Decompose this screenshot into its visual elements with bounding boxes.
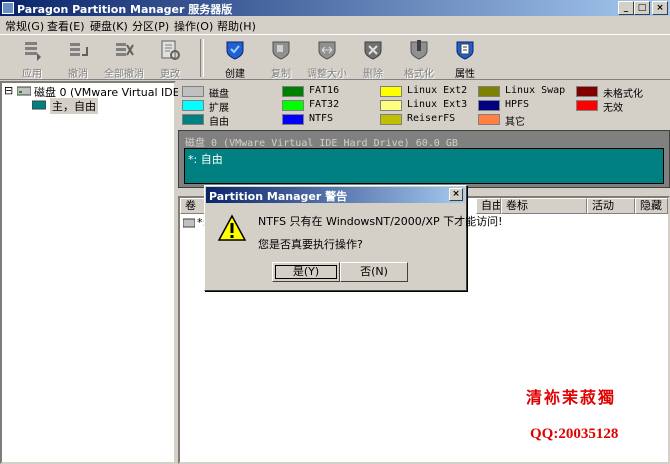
- undo-button[interactable]: 撤消: [56, 37, 100, 80]
- column-header-volume[interactable]: 卷: [180, 198, 206, 214]
- change-icon: [161, 40, 180, 60]
- yes-button[interactable]: 是(Y): [272, 262, 340, 282]
- resize-button[interactable]: 调整大小: [305, 37, 349, 80]
- disk-map-title: 磁盘 0 (VMware Virtual IDE Hard Drive) 60.…: [185, 138, 458, 149]
- partition-icon: [32, 100, 46, 110]
- legend-swatch: [380, 86, 402, 97]
- legend-swatch: [182, 100, 204, 111]
- menu-bar: 常规(G) 查看(E) 硬盘(K) 分区(P) 操作(O) 帮助(H): [0, 16, 670, 34]
- legend-swatch: [478, 100, 500, 111]
- toolbar-separator: [200, 39, 204, 77]
- create-button[interactable]: 创建: [213, 37, 257, 80]
- menu-general[interactable]: 常规(G): [5, 18, 44, 34]
- partition-icon: [183, 218, 195, 228]
- column-header-hidden[interactable]: 隐藏: [635, 198, 668, 214]
- legend-swatch: [380, 100, 402, 111]
- dialog-title-bar: Partition Manager 警告 ×: [206, 187, 465, 203]
- dialog-title: Partition Manager 警告: [209, 190, 348, 203]
- legend-swatch: [182, 114, 204, 125]
- apply-button[interactable]: 应用: [10, 37, 54, 80]
- delete-icon: [364, 41, 382, 60]
- partition-block-label: *: 自由: [188, 153, 223, 166]
- delete-button[interactable]: 删除: [351, 37, 395, 80]
- app-icon: [2, 2, 14, 14]
- watermark-qq: QQ:20035128: [530, 426, 619, 442]
- watermark-name: 清袮茉菽獨: [526, 388, 617, 407]
- column-header-label[interactable]: 卷标: [501, 198, 587, 214]
- legend-swatch: [282, 114, 304, 125]
- hard-disk-icon: [17, 86, 31, 96]
- column-header-free[interactable]: 自由: [476, 198, 501, 214]
- legend-swatch: [478, 114, 500, 125]
- legend-swatch: [282, 100, 304, 111]
- warning-dialog: Partition Manager 警告 × NTFS 只有在 WindowsN…: [204, 185, 503, 291]
- copy-icon: [272, 41, 290, 60]
- warning-icon: [217, 214, 247, 241]
- format-button[interactable]: 格式化: [397, 37, 441, 80]
- column-header-active[interactable]: 活动: [587, 198, 635, 214]
- legend-swatch: [478, 86, 500, 97]
- minimize-button[interactable]: _: [618, 1, 634, 15]
- legend-swatch: [380, 114, 402, 125]
- copy-button[interactable]: 复制: [259, 37, 303, 80]
- apply-icon: [25, 42, 41, 61]
- undo-all-button[interactable]: 全部撤消: [102, 37, 146, 80]
- legend-swatch: [576, 100, 598, 111]
- maximize-button[interactable]: □: [634, 1, 650, 15]
- format-icon: [410, 40, 428, 60]
- disk-map-panel: 磁盘 0 (VMware Virtual IDE Hard Drive) 60.…: [178, 130, 670, 188]
- create-icon: [226, 41, 244, 60]
- menu-partition[interactable]: 分区(P): [132, 18, 169, 34]
- properties-button[interactable]: 属性: [443, 37, 487, 80]
- menu-view[interactable]: 查看(E): [47, 18, 85, 34]
- window-title: Paragon Partition Manager 服务器版: [17, 3, 233, 16]
- tree-item-partition[interactable]: 主，自由: [50, 98, 98, 114]
- legend-swatch: [282, 86, 304, 97]
- dialog-message-line1: NTFS 只有在 WindowsNT/2000/XP 下才能访问!: [258, 215, 503, 228]
- dialog-close-button[interactable]: ×: [449, 188, 463, 201]
- resize-icon: [318, 41, 336, 60]
- properties-icon: [456, 41, 474, 60]
- menu-disk[interactable]: 硬盘(K): [90, 18, 128, 34]
- change-button[interactable]: 更改: [148, 37, 192, 80]
- partition-block-free[interactable]: *: 自由: [184, 148, 664, 184]
- legend-swatch: [182, 86, 204, 97]
- menu-operation[interactable]: 操作(O): [174, 18, 213, 34]
- legend-swatch: [576, 86, 598, 97]
- no-button[interactable]: 否(N): [340, 262, 408, 282]
- undo-icon: [70, 43, 88, 56]
- tree-collapse-icon[interactable]: ⊟: [4, 84, 13, 97]
- menu-help[interactable]: 帮助(H): [217, 18, 256, 34]
- title-bar: Paragon Partition Manager 服务器版 _ □ ×: [0, 0, 670, 16]
- dialog-message-line2: 您是否真要执行操作?: [258, 238, 363, 251]
- toolbar: 应用 撤消 全部撤消 更改 创建 复制 调整大小 删除 格式化 属性: [0, 34, 670, 80]
- undo-all-icon: [116, 43, 134, 56]
- color-legend: 磁盘 扩展 自由 FAT16 FAT32 NTFS Linux Ext2 Lin…: [178, 81, 670, 128]
- close-button[interactable]: ×: [652, 1, 668, 15]
- disk-tree: ⊟ 磁盘 0 (VMware Virtual IDE Hard 主，自由: [0, 81, 210, 464]
